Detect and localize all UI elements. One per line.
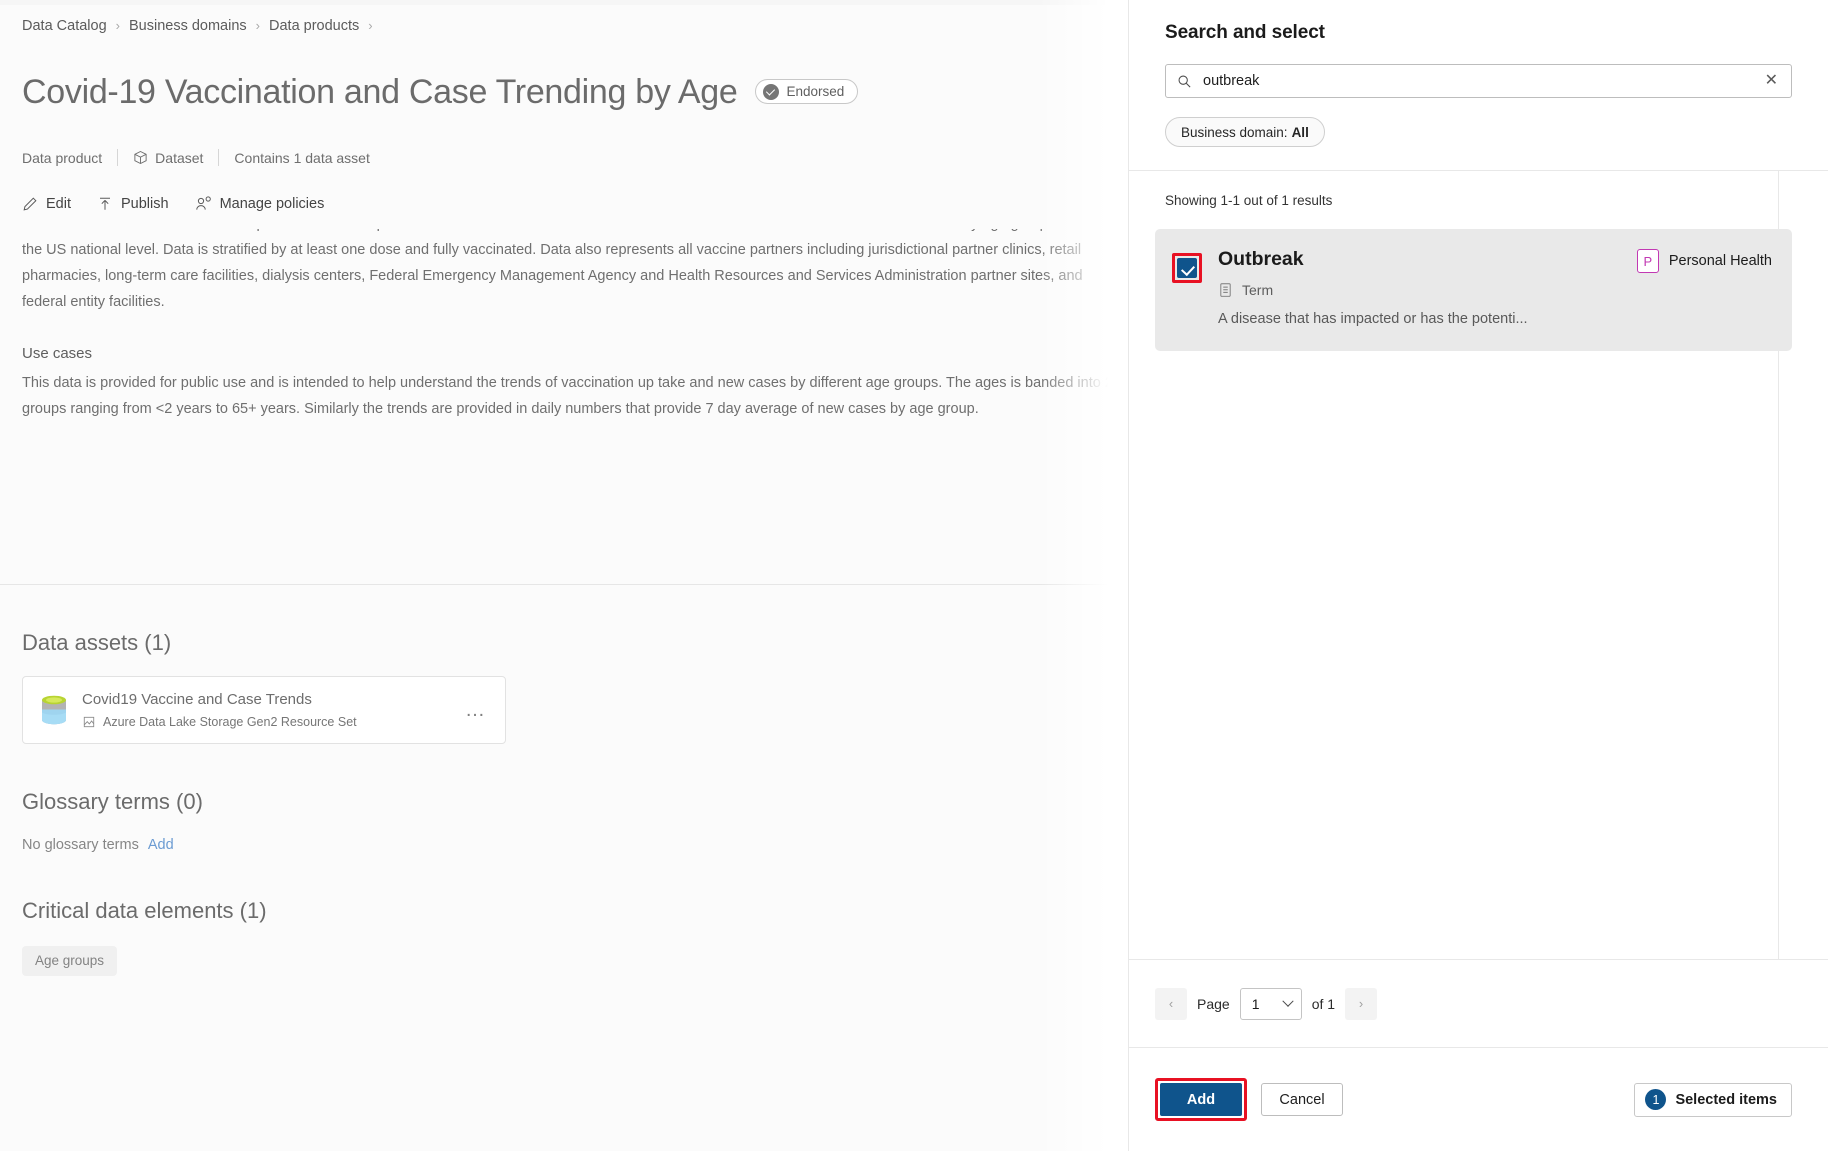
meta-kind: Data product [22,150,102,166]
result-content: Outbreak P Personal Health Term A diseas… [1218,247,1772,329]
search-input-wrapper[interactable]: outbreak ✕ [1165,64,1792,98]
publish-button[interactable]: Publish [97,196,169,212]
chevron-down-icon [1282,995,1294,1007]
glossary-add-link[interactable]: Add [148,837,174,853]
result-checkbox[interactable] [1177,258,1197,278]
breadcrumb-item-data-products[interactable]: Data products [269,18,359,34]
breadcrumb-item-business-domains[interactable]: Business domains [129,18,247,34]
glossary-empty-state: No glossary terms Add [22,837,1128,853]
manage-policies-button[interactable]: Manage policies [195,195,325,212]
endorsed-label: Endorsed [786,84,845,100]
data-asset-card[interactable]: Covid19 Vaccine and Case Trends Azure Da… [22,675,506,744]
description-block: This data comes from the CDC as a part o… [22,229,1122,422]
pagination: ‹ Page 1 of 1 › [1129,960,1828,1048]
data-asset-source-label: Azure Data Lake Storage Gen2 Resource Se… [103,715,357,730]
close-icon[interactable]: ✕ [1764,71,1779,91]
cancel-button[interactable]: Cancel [1261,1083,1343,1116]
business-domain-filter[interactable]: Business domain: All [1165,117,1325,147]
description-paragraph: the US national level. Data is stratifie… [22,241,1083,310]
add-button-highlight: Add [1155,1078,1247,1121]
result-type-label: Term [1242,282,1274,298]
data-asset-name: Covid19 Vaccine and Case Trends [82,691,312,709]
meta-type: Dataset [133,150,203,166]
breadcrumb-separator-icon: › [115,17,120,33]
upload-icon [100,197,110,210]
search-icon [1178,75,1191,87]
status-badge-endorsed: Endorsed [755,79,859,105]
results-area: Showing 1-1 out of 1 results Outbreak P … [1129,171,1828,960]
meta-divider [117,149,119,167]
previous-page-button[interactable]: ‹ [1155,987,1187,1020]
edit-button[interactable]: Edit [22,196,71,212]
result-domain-badge: P Personal Health [1636,249,1772,273]
list-item[interactable]: Outbreak P Personal Health Term A diseas… [1155,229,1792,351]
page-select-value: 1 [1251,995,1260,1012]
data-assets-heading: Data assets (1) [22,629,172,655]
panel-header: Search and select outbreak ✕ Business do… [1129,0,1828,147]
data-product-page: Data Catalog › Business domains › Data p… [0,0,1128,1151]
page-meta: Data product Dataset Contains 1 data ass… [22,148,1128,168]
edit-label: Edit [46,195,71,212]
use-cases-heading: Use cases [22,344,93,362]
manage-policies-label: Manage policies [219,195,325,212]
meta-divider [218,149,220,167]
title-row: Covid-19 Vaccination and Case Trending b… [22,48,1128,136]
breadcrumb-separator-icon: › [255,17,260,33]
person-settings-icon [195,195,211,210]
critical-data-element-chip[interactable]: Age groups [22,945,118,976]
data-lake-storage-icon [42,695,66,724]
selected-items-button[interactable]: 1 Selected items [1634,1082,1792,1117]
section-divider [0,583,1128,585]
results-count-label: Showing 1-1 out of 1 results [1165,193,1333,208]
meta-kind-label: Data product [22,149,103,166]
publish-label: Publish [121,195,169,212]
breadcrumb: Data Catalog › Business domains › Data p… [22,0,1128,35]
meta-asset-count: Contains 1 data asset [234,150,369,166]
page-total-label: of 1 [1311,995,1336,1012]
result-description: A disease that has impacted or has the p… [1218,311,1528,327]
panel-footer: Add Cancel 1 Selected items [1129,1048,1828,1151]
selected-items-count: 1 [1645,1089,1667,1110]
domain-name-label: Personal Health [1668,253,1772,269]
result-title: Outbreak [1218,248,1304,270]
description-clipped-text: This data comes from the CDC as a part o… [22,229,1071,237]
page-select[interactable]: 1 [1239,987,1302,1020]
result-checkbox-highlight [1172,253,1202,283]
next-page-button[interactable]: › [1345,987,1378,1020]
search-and-select-panel: Search and select outbreak ✕ Business do… [1128,0,1828,1151]
meta-asset-count-label: Contains 1 data asset [234,149,370,166]
use-cases-text: This data is provided for public use and… [22,374,1113,417]
breadcrumb-item-data-catalog[interactable]: Data Catalog [22,18,107,34]
glossary-empty-label: No glossary terms [22,836,139,853]
page-title: Covid-19 Vaccination and Case Trending b… [22,72,738,111]
business-domain-filter-value: All [1291,124,1309,140]
result-type-row: Term [1218,282,1772,298]
business-domain-filter-label: Business domain: [1181,124,1288,140]
selected-items-label: Selected items [1675,1091,1777,1108]
cube-icon [134,151,147,165]
glossary-terms-heading: Glossary terms (0) [22,788,203,814]
resource-set-icon [83,716,95,728]
domain-initial-badge: P [1636,249,1659,273]
check-circle-icon [763,83,780,100]
result-top-row: Outbreak P Personal Health [1218,247,1772,273]
description-clipped-line: This data comes from the CDC as a part o… [22,229,1122,237]
command-bar: Edit Publish Manage policies [22,190,1128,218]
search-input[interactable]: outbreak [1203,73,1764,89]
breadcrumb-separator-icon: › [368,17,373,33]
panel-title: Search and select [1165,22,1325,43]
term-icon [1220,283,1231,297]
pencil-icon [23,197,37,210]
data-asset-texts: Covid19 Vaccine and Case Trends Azure Da… [82,690,463,729]
data-asset-overflow-button[interactable]: … [463,699,489,721]
page-label: Page [1197,995,1230,1012]
top-strip [0,0,1128,5]
meta-type-label: Dataset [155,149,204,166]
critical-data-elements-heading: Critical data elements (1) [22,897,267,923]
add-button[interactable]: Add [1160,1083,1242,1116]
data-asset-source: Azure Data Lake Storage Gen2 Resource Se… [82,715,463,729]
results-list: Showing 1-1 out of 1 results Outbreak P … [1129,171,1828,351]
